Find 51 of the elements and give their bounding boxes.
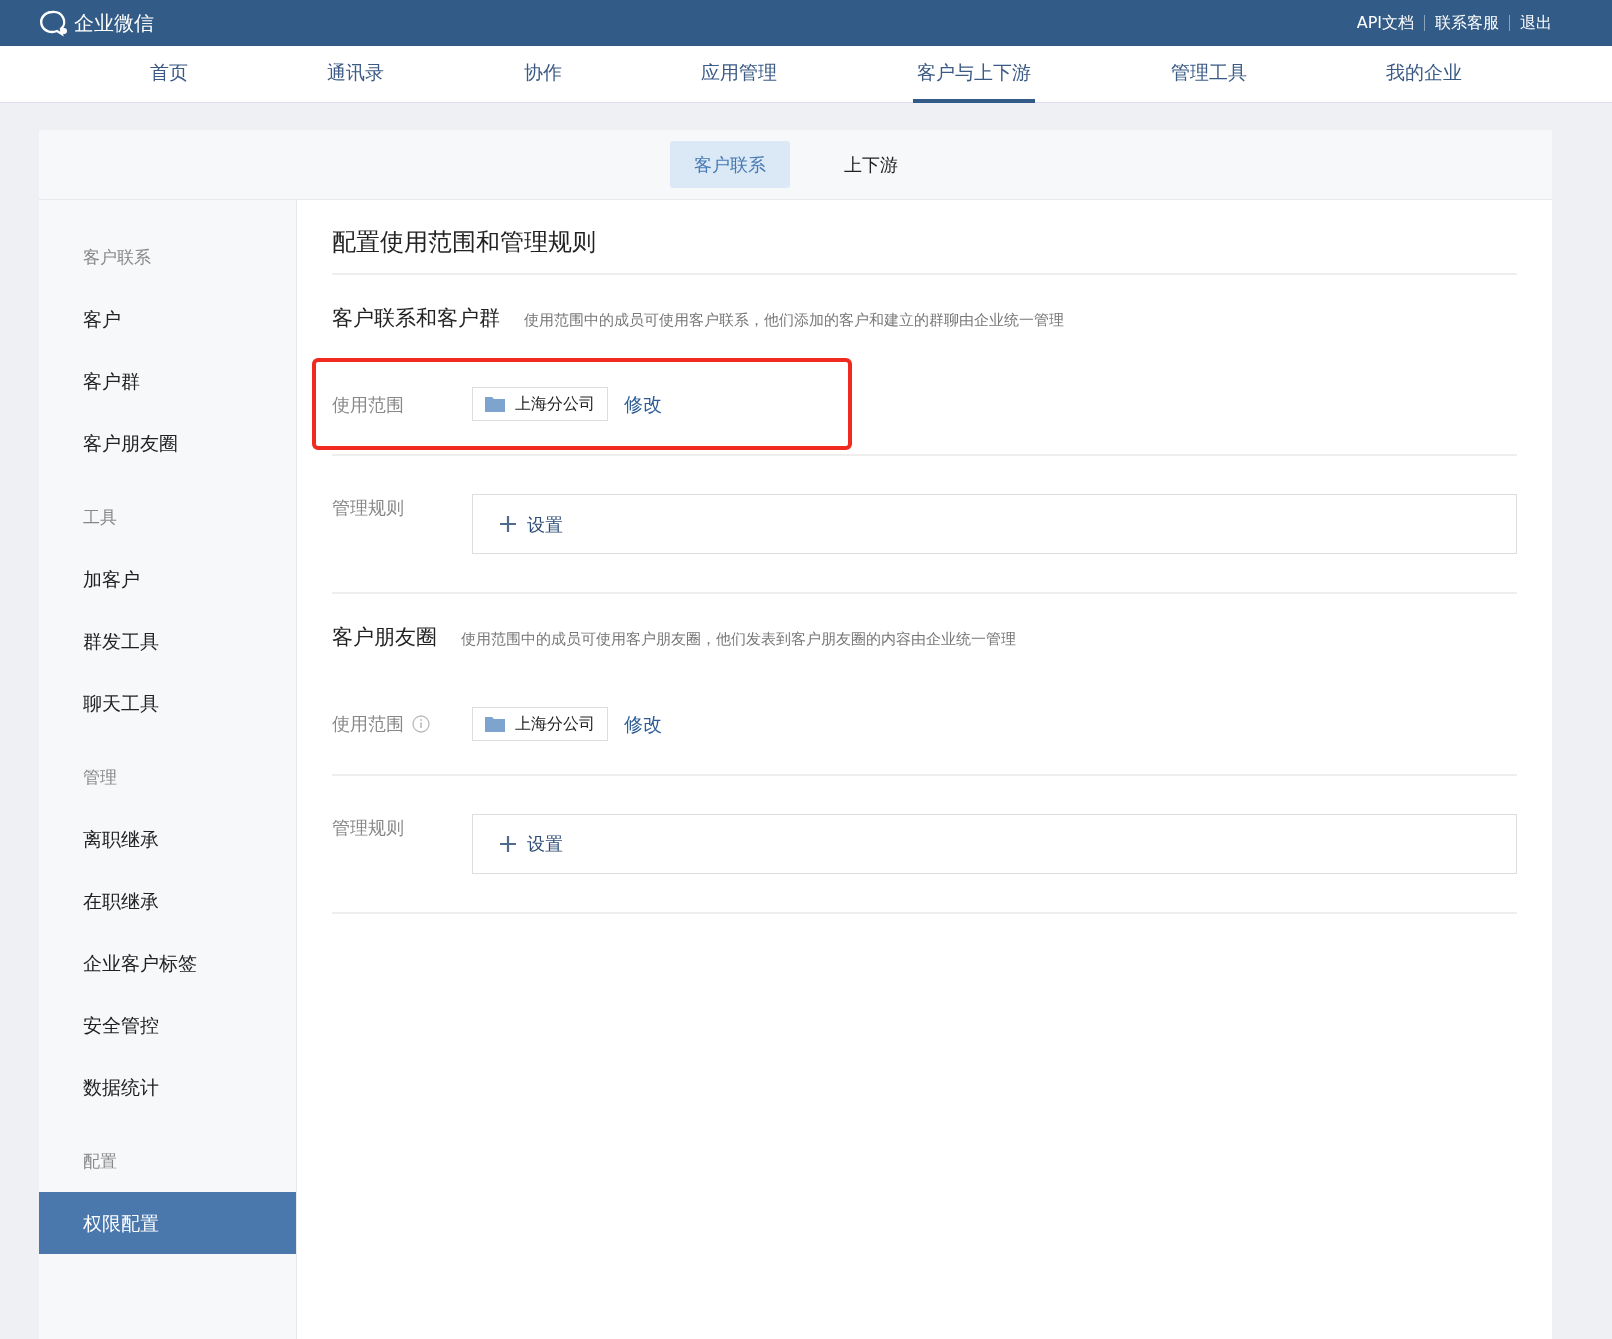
section-description: 使用范围中的成员可使用客户朋友圈，他们发表到客户朋友圈的内容由企业统一管理 bbox=[461, 629, 1016, 651]
plus-icon bbox=[499, 834, 517, 853]
page-title: 配置使用范围和管理规则 bbox=[332, 228, 1517, 275]
nav-tab[interactable]: 我的企业 bbox=[1382, 46, 1467, 103]
header-link[interactable]: API文档 bbox=[1356, 11, 1414, 35]
plus-icon bbox=[499, 515, 517, 534]
sidebar-item[interactable]: 离职继承 bbox=[39, 808, 296, 870]
chat-bubble-logo-icon bbox=[38, 9, 70, 37]
sidebar-item[interactable]: 聊天工具 bbox=[39, 672, 296, 734]
sidebar-item[interactable]: 客户群 bbox=[39, 350, 296, 412]
sidebar-item[interactable]: 群发工具 bbox=[39, 610, 296, 672]
sidebar-item[interactable]: 在职继承 bbox=[39, 870, 296, 932]
tag-text: 上海分公司 bbox=[515, 712, 595, 735]
section-title: 客户朋友圈 bbox=[332, 624, 437, 652]
section-description: 使用范围中的成员可使用客户联系，他们添加的客户和建立的群聊由企业统一管理 bbox=[524, 309, 1064, 331]
button-label: 设置 bbox=[527, 512, 563, 537]
sidebar-heading: 配置 bbox=[82, 1150, 118, 1174]
sidebar-item[interactable]: 数据统计 bbox=[39, 1056, 296, 1118]
field-label: 使用范围 bbox=[332, 392, 404, 417]
logo-text: 企业微信 bbox=[74, 10, 154, 37]
header-link[interactable]: 联系客服 bbox=[1424, 15, 1499, 31]
sidebar-item[interactable]: 客户 bbox=[39, 288, 296, 350]
sidebar-heading: 客户联系 bbox=[82, 246, 152, 270]
field-label: 管理规则 bbox=[332, 815, 405, 840]
set-rules-button[interactable]: 设置 bbox=[472, 494, 1517, 555]
section-title: 客户联系和客户群 bbox=[332, 304, 500, 332]
tag-text: 上海分公司 bbox=[515, 393, 595, 416]
nav-tab[interactable]: 管理工具 bbox=[1166, 46, 1251, 103]
field-label: 管理规则 bbox=[332, 496, 405, 521]
nav-tab[interactable]: 客户与上下游 bbox=[913, 46, 1036, 103]
sidebar-item[interactable]: 安全管控 bbox=[39, 994, 296, 1056]
field-label: 使用范围 bbox=[332, 712, 404, 737]
header-link[interactable]: 退出 bbox=[1509, 15, 1552, 31]
edit-link[interactable]: 修改 bbox=[624, 709, 662, 739]
sidebar-item[interactable]: 客户朋友圈 bbox=[39, 412, 296, 474]
sidebar-item[interactable]: 企业客户标签 bbox=[39, 932, 296, 994]
sidebar-heading: 管理 bbox=[82, 766, 118, 790]
sidebar-item[interactable]: 加客户 bbox=[39, 548, 296, 610]
edit-link[interactable]: 修改 bbox=[624, 390, 662, 419]
nav-tab[interactable]: 通讯录 bbox=[323, 46, 389, 103]
sub-tab[interactable]: 上下游 bbox=[819, 141, 922, 188]
nav-tab[interactable]: 协作 bbox=[519, 46, 566, 103]
set-rules-button[interactable]: 设置 bbox=[472, 813, 1517, 874]
sidebar-heading: 工具 bbox=[82, 506, 118, 530]
sidebar-item[interactable]: 权限配置 bbox=[39, 1192, 296, 1254]
button-label: 设置 bbox=[527, 832, 563, 857]
nav-tab[interactable]: 应用管理 bbox=[697, 46, 782, 103]
sub-tab[interactable]: 客户联系 bbox=[669, 141, 790, 188]
nav-tab[interactable]: 首页 bbox=[145, 46, 192, 103]
folder-icon bbox=[485, 715, 505, 732]
folder-icon bbox=[485, 396, 505, 413]
